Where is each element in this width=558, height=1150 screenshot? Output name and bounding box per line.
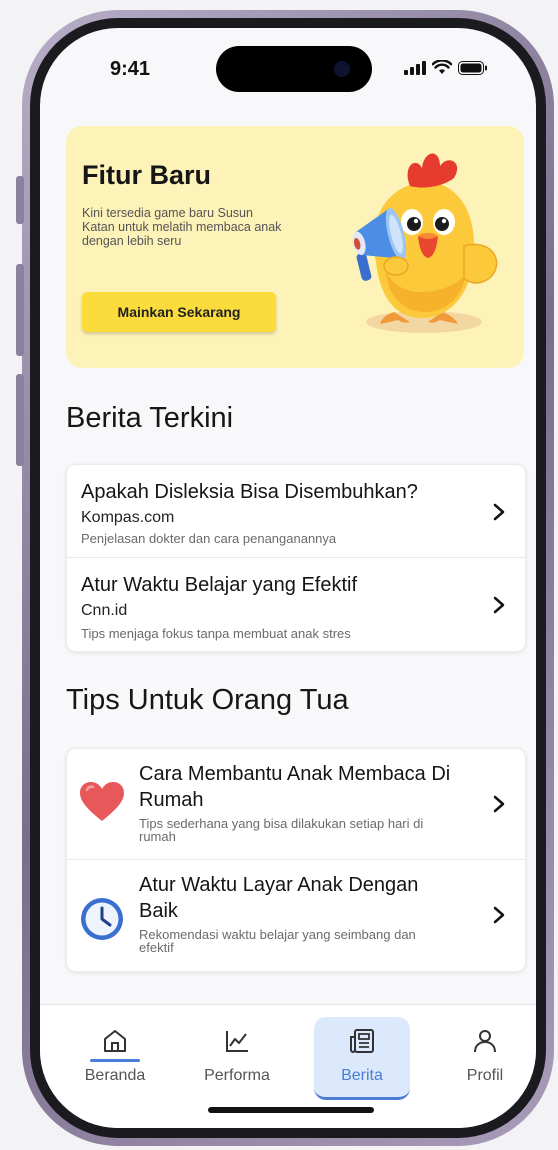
news-item[interactable]: Atur Waktu Belajar yang Efektif Cnn.id T…	[67, 557, 525, 652]
news-item-desc: Tips menjaga fokus tanpa membuat anak st…	[81, 626, 351, 641]
tips-section-title: Tips Untuk Orang Tua	[66, 684, 349, 716]
home-underline	[90, 1059, 140, 1062]
volume-down-button	[16, 374, 24, 466]
tip-item-desc: Rekomendasi waktu belajar yang seimbang …	[139, 927, 416, 955]
nav-label: Beranda	[84, 1067, 146, 1084]
news-item-title: Atur Waktu Belajar yang Efektif	[81, 574, 358, 596]
home-icon	[104, 1030, 126, 1052]
news-item-desc: Penjelasan dokter dan cara penanganannya	[81, 531, 337, 546]
status-time: 9:41	[110, 58, 151, 80]
chick-mascot-illustration	[352, 153, 498, 333]
chart-icon	[226, 1031, 248, 1052]
news-item-source: Cnn.id	[81, 602, 128, 619]
clock-icon	[81, 898, 123, 940]
heart-icon	[80, 782, 124, 821]
tip-item[interactable]: Cara Membantu Anak Membaca Di Rumah Tips…	[67, 749, 525, 859]
nav-item-beranda[interactable]: Beranda	[70, 1005, 160, 1128]
status-icons	[404, 60, 488, 75]
home-indicator[interactable]	[208, 1107, 374, 1113]
tips-card: Cara Membantu Anak Membaca Di Rumah Tips…	[66, 748, 526, 972]
screen: 9:41 Fitur Baru Kini tersedia game baru …	[40, 28, 536, 1128]
volume-up-button	[16, 264, 24, 356]
news-item[interactable]: Apakah Disleksia Bisa Disembuhkan? Kompa…	[67, 465, 525, 557]
user-icon	[474, 1030, 496, 1053]
tip-item-desc: Tips sederhana yang bisa dilakukan setia…	[139, 816, 424, 844]
chevron-right-icon[interactable]	[493, 906, 505, 924]
dynamic-island	[216, 46, 372, 92]
news-card: Apakah Disleksia Bisa Disembuhkan? Kompa…	[66, 464, 526, 652]
nav-label: Profil	[466, 1067, 504, 1084]
news-section-title: Berita Terkini	[66, 402, 234, 434]
action-button	[16, 176, 24, 224]
camera-icon	[334, 61, 350, 77]
play-now-button[interactable]: Mainkan Sekarang	[82, 292, 276, 332]
bottom-navigation: Beranda Performa Berita Profil	[40, 1004, 536, 1128]
chevron-right-icon[interactable]	[493, 503, 505, 521]
battery-icon	[458, 60, 487, 75]
tip-item[interactable]: Atur Waktu Layar Anak Dengan Baik Rekome…	[67, 859, 525, 972]
tip-item-title: Cara Membantu Anak Membaca Di Rumah	[139, 763, 451, 811]
wifi-icon	[432, 60, 452, 74]
signal-icon	[404, 60, 426, 75]
chevron-right-icon[interactable]	[493, 596, 505, 614]
news-item-source: Kompas.com	[81, 509, 175, 526]
newspaper-icon	[350, 1029, 374, 1053]
nav-item-profil[interactable]: Profil	[440, 1005, 530, 1128]
new-feature-banner: Fitur Baru Kini tersedia game baru Susun…	[66, 126, 524, 368]
news-item-title: Apakah Disleksia Bisa Disembuhkan?	[81, 481, 418, 503]
nav-label: Performa	[204, 1067, 270, 1084]
nav-label: Berita	[341, 1067, 383, 1084]
chevron-right-icon[interactable]	[493, 795, 505, 813]
tip-item-title: Atur Waktu Layar Anak Dengan Baik	[139, 874, 419, 922]
banner-description: Kini tersedia game baru Susun Katan untu…	[82, 206, 282, 248]
banner-title: Fitur Baru	[82, 160, 212, 190]
